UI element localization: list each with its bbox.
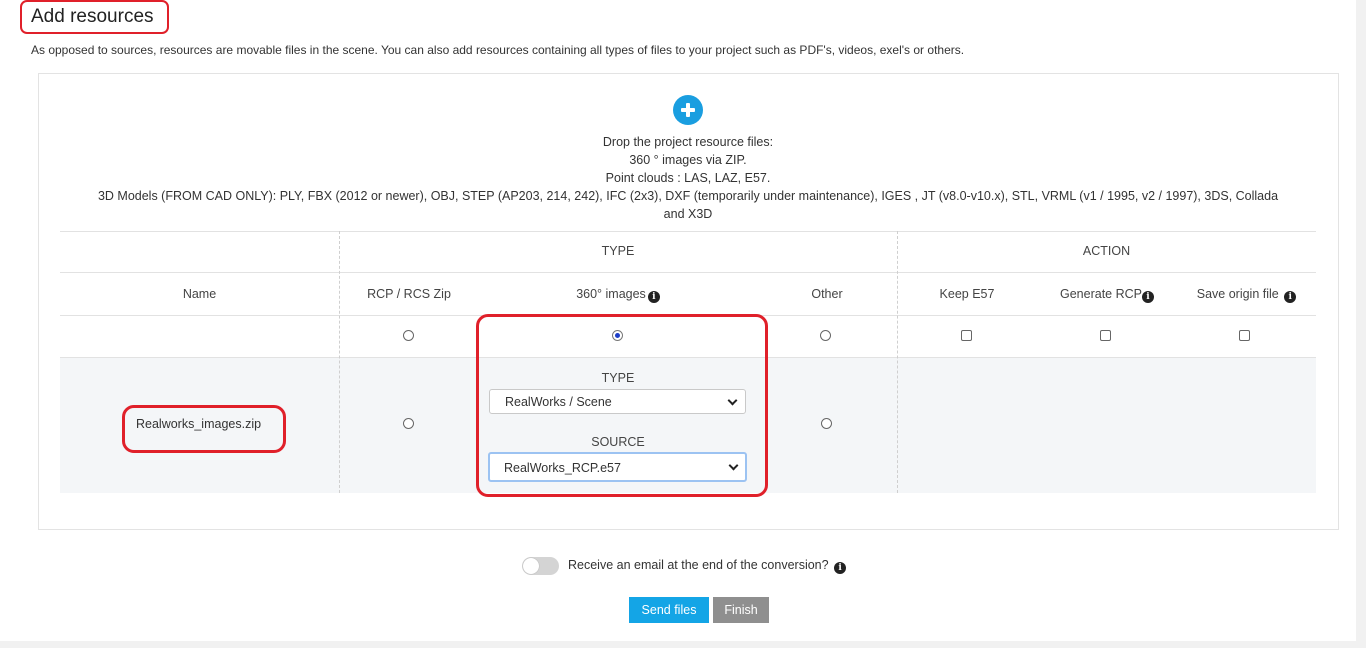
column-name: Name bbox=[182, 287, 217, 301]
column-save-origin-label: Save origin file bbox=[1196, 287, 1279, 301]
email-toggle-text: Receive an email at the end of the conve… bbox=[568, 558, 829, 572]
global-radio-other[interactable] bbox=[820, 330, 831, 341]
table-divider-name bbox=[339, 231, 340, 493]
info-icon[interactable]: i bbox=[647, 291, 660, 303]
column-keep-e57: Keep E57 bbox=[939, 287, 995, 301]
info-icon[interactable]: i bbox=[1141, 291, 1154, 303]
email-toggle-label: Receive an email at the end of the conve… bbox=[568, 558, 847, 574]
file-radio-rcp[interactable] bbox=[403, 418, 414, 429]
column-360-images-label: 360° images bbox=[576, 287, 646, 301]
column-save-origin: Save origin file i bbox=[1177, 287, 1316, 303]
file-type-select[interactable]: RealWorks / Scene bbox=[489, 389, 746, 414]
page-title: Add resources bbox=[31, 6, 154, 27]
file-source-label: SOURCE bbox=[591, 435, 645, 449]
file-source-value: RealWorks_RCP.e57 bbox=[504, 461, 621, 475]
finish-button[interactable]: Finish bbox=[713, 597, 769, 623]
chevron-down-icon bbox=[727, 395, 738, 406]
file-source-select[interactable]: RealWorks_RCP.e57 bbox=[488, 452, 747, 482]
table-divider-action bbox=[897, 231, 898, 493]
file-type-label: TYPE bbox=[601, 371, 635, 385]
column-360-images: 360° images i bbox=[489, 287, 747, 303]
type-group-header: TYPE bbox=[601, 244, 635, 258]
email-toggle[interactable] bbox=[522, 557, 559, 575]
file-name: Realworks_images.zip bbox=[136, 417, 262, 431]
global-checkbox-save-origin[interactable] bbox=[1239, 330, 1250, 341]
dropzone-line-3: Point clouds : LAS, LAZ, E57. bbox=[605, 171, 771, 185]
dropzone-line-4: 3D Models (FROM CAD ONLY): PLY, FBX (201… bbox=[97, 189, 1279, 203]
dropzone-line-2: 360 ° images via ZIP. bbox=[629, 153, 747, 167]
dropzone-line-1: Drop the project resource files: bbox=[602, 135, 774, 149]
page-description: As opposed to sources, resources are mov… bbox=[31, 43, 965, 57]
send-files-button[interactable]: Send files bbox=[629, 597, 709, 623]
dropzone-line-5: and X3D bbox=[663, 207, 713, 221]
plus-circle-icon[interactable] bbox=[673, 95, 703, 125]
scrollbar-track[interactable] bbox=[1356, 0, 1366, 648]
page: Add resources As opposed to sources, res… bbox=[0, 0, 1356, 641]
file-type-value: RealWorks / Scene bbox=[505, 395, 612, 409]
info-icon[interactable]: i bbox=[834, 562, 847, 574]
dropzone-instructions[interactable]: Drop the project resource files: 360 ° i… bbox=[70, 133, 1306, 223]
global-checkbox-generate-rcp[interactable] bbox=[1100, 330, 1111, 341]
table-top-line bbox=[60, 231, 1316, 232]
column-generate-rcp-label: Generate RCP bbox=[1060, 287, 1142, 301]
global-checkbox-keep-e57[interactable] bbox=[961, 330, 972, 341]
column-rcp: RCP / RCS Zip bbox=[367, 287, 451, 301]
global-radio-rcp[interactable] bbox=[403, 330, 414, 341]
info-icon[interactable]: i bbox=[1284, 291, 1297, 303]
chevron-down-icon bbox=[728, 460, 739, 471]
action-group-header: ACTION bbox=[1082, 244, 1131, 258]
toggle-knob bbox=[523, 558, 539, 574]
file-radio-other[interactable] bbox=[821, 418, 832, 429]
table-group-line bbox=[60, 272, 1316, 273]
column-other: Other bbox=[811, 287, 843, 301]
column-generate-rcp: Generate RCP i bbox=[1037, 287, 1177, 303]
